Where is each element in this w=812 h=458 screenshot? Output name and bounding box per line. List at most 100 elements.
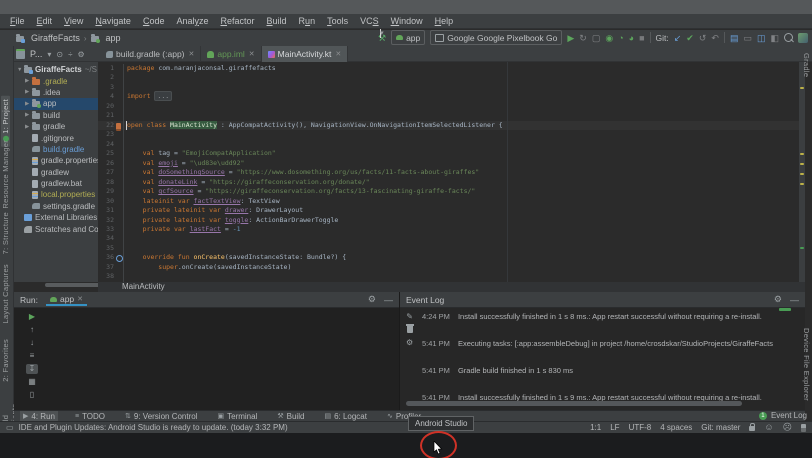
soft-wrap-icon[interactable]: ≡ — [26, 351, 38, 361]
menu-item-run[interactable]: Run — [293, 16, 322, 26]
gear-icon[interactable]: ⚙ — [77, 50, 84, 59]
run-tab-app[interactable]: app ✕ — [46, 293, 87, 306]
toolwindow-toggle-icon[interactable]: ▭ — [6, 423, 14, 432]
status-1-1[interactable]: 1:1 — [590, 423, 601, 432]
memory-indicator-icon[interactable] — [801, 424, 806, 432]
menu-item-vcs[interactable]: VCS — [354, 16, 385, 26]
gear-icon[interactable]: ⚙ — [774, 294, 782, 305]
tree-item-build[interactable]: ▶build — [14, 110, 98, 121]
menu-item-file[interactable]: File — [4, 16, 31, 26]
tool-button-resource-manager[interactable]: Resource Manager — [1, 140, 10, 209]
stripe-mark-warning[interactable] — [800, 153, 804, 155]
tree-item-gradlew[interactable]: gradlew — [14, 167, 98, 178]
gauge-icon[interactable]: ◕ — [629, 33, 634, 43]
tree-item-scratches-and-consoles[interactable]: Scratches and Consoles — [14, 223, 98, 234]
project-view-selector[interactable]: P... — [30, 49, 42, 59]
code-editor[interactable]: 1package com.naranjaconsal.giraffefacts2… — [98, 62, 805, 282]
tab-build-gradle-app[interactable]: build.gradle (:app)✕ — [100, 46, 201, 62]
attach-debugger-icon[interactable]: ▢ — [592, 33, 601, 43]
menu-item-view[interactable]: View — [58, 16, 89, 26]
toolwindow-4-run[interactable]: ▶4: Run — [20, 411, 58, 422]
chevron-down-icon[interactable]: ▾ — [47, 50, 51, 59]
menu-item-refactor[interactable]: Refactor — [215, 16, 261, 26]
stripe-mark-warning[interactable] — [800, 87, 804, 89]
clear-console-icon[interactable]: ▯ — [26, 390, 38, 400]
tool-button-7-structure[interactable]: 7: Structure — [1, 212, 10, 254]
rollback-icon[interactable]: ↶ — [711, 33, 719, 43]
stripe-mark-green[interactable] — [800, 247, 804, 249]
expand-arrow[interactable]: ▶ — [25, 78, 32, 84]
apply-changes-icon[interactable]: ↻ — [579, 33, 587, 43]
menu-item-help[interactable]: Help — [429, 16, 460, 26]
tree-item-gradle[interactable]: ▶gradle — [14, 121, 98, 132]
status-message[interactable]: IDE and Plugin Updates: Android Studio i… — [19, 423, 288, 432]
run-config-dropdown[interactable]: app ▾ — [391, 30, 425, 45]
device-dropdown[interactable]: Google Google Pixelbook Go ▾ — [430, 30, 562, 45]
history-icon[interactable]: ↺ — [699, 33, 707, 43]
profile-icon[interactable]: ◔ — [618, 33, 623, 43]
tree-item-idea[interactable]: ▶.idea — [14, 87, 98, 98]
run-icon[interactable]: ▶ — [567, 33, 574, 43]
tree-item-gradle-properties[interactable]: gradle.properties — [14, 155, 98, 166]
settings-wrench-icon[interactable]: ⚙ — [406, 338, 413, 347]
rerun-icon[interactable]: ▶ — [26, 312, 38, 322]
menu-item-build[interactable]: Build — [261, 16, 293, 26]
tree-item-gradlew-bat[interactable]: gradlew.bat — [14, 178, 98, 189]
override-gutter-icon[interactable] — [116, 255, 123, 262]
up-stack-trace-icon[interactable]: ↑ — [26, 325, 38, 335]
tree-item-external-libraries[interactable]: External Libraries — [14, 212, 98, 223]
scroll-to-end-icon[interactable]: ↧ — [26, 364, 38, 374]
tree-item-gradle[interactable]: ▶.gradle — [14, 75, 98, 86]
menu-item-edit[interactable]: Edit — [31, 16, 59, 26]
tab-app-iml[interactable]: app.iml✕ — [201, 46, 261, 62]
avatar[interactable] — [798, 33, 808, 43]
tree-item-app[interactable]: ▶app — [14, 98, 98, 109]
edit-log-icon[interactable]: ✎ — [406, 312, 413, 321]
toolwindow-terminal[interactable]: ▣Terminal — [215, 411, 261, 422]
print-icon[interactable]: ▦ — [26, 377, 38, 387]
lock-icon[interactable] — [749, 426, 755, 431]
gear-icon[interactable]: ⚙ — [368, 294, 376, 305]
layout-inspector-icon[interactable]: ▭ — [743, 33, 752, 43]
error-stripe[interactable] — [799, 62, 805, 282]
minimize-icon[interactable]: — — [384, 295, 393, 305]
sdk-manager-icon[interactable]: ◧ — [770, 33, 779, 43]
stop-icon[interactable]: ■ — [639, 33, 644, 43]
toolwindow-6-logcat[interactable]: ▤6: Logcat — [321, 411, 370, 422]
stripe-mark-warning[interactable] — [800, 173, 804, 175]
toolwindow-build[interactable]: ⚒Build — [274, 411, 307, 422]
status-4-spaces[interactable]: 4 spaces — [660, 423, 692, 432]
expand-arrow[interactable]: ▶ — [25, 124, 32, 130]
stripe-mark-warning[interactable] — [800, 163, 804, 165]
expand-arrow[interactable]: ▼ — [17, 67, 24, 73]
collapse-all-icon[interactable]: ÷ — [68, 50, 72, 59]
tree-item-giraffefacts[interactable]: ▼GiraffeFacts ~/S — [14, 64, 98, 75]
menu-item-tools[interactable]: Tools — [321, 16, 354, 26]
update-project-icon[interactable]: ↙ — [674, 33, 682, 43]
tool-button-device-file-explorer[interactable]: Device File Explorer — [802, 328, 811, 401]
close-icon[interactable]: ✕ — [249, 50, 255, 58]
tool-button-2-favorites[interactable]: 2: Favorites — [1, 339, 10, 382]
toolwindow-9-version-control[interactable]: ⇅9: Version Control — [122, 411, 200, 422]
happy-feedback-icon[interactable]: ☺ — [764, 423, 773, 432]
commit-icon[interactable]: ✔ — [686, 33, 694, 43]
close-icon[interactable]: ✕ — [189, 50, 195, 58]
project-structure-icon[interactable]: ▤ — [730, 33, 739, 43]
event-log-scrollbar[interactable] — [406, 401, 742, 406]
status-lf[interactable]: LF — [610, 423, 619, 432]
stripe-mark-warning[interactable] — [800, 183, 804, 185]
event-log-button[interactable]: 1 Event Log — [759, 411, 807, 420]
tool-button-layout-captures[interactable]: Layout Captures — [1, 264, 10, 324]
tab-mainactivity-kt[interactable]: MainActivity.kt✕ — [262, 46, 349, 62]
device-manager-icon[interactable]: ◫ — [757, 33, 766, 43]
debug-icon[interactable]: ◉ — [605, 33, 613, 43]
editor-breadcrumb[interactable]: MainActivity — [98, 282, 805, 292]
menu-item-analyze[interactable]: Analyze — [170, 16, 214, 26]
tree-item-local-properties[interactable]: local.properties — [14, 189, 98, 200]
expand-arrow[interactable]: ▶ — [25, 112, 32, 118]
menu-item-code[interactable]: Code — [137, 16, 171, 26]
minimize-icon[interactable]: — — [790, 295, 799, 305]
expand-arrow[interactable]: ▶ — [25, 101, 32, 107]
trash-icon[interactable] — [407, 326, 413, 333]
menu-item-navigate[interactable]: Navigate — [89, 16, 137, 26]
